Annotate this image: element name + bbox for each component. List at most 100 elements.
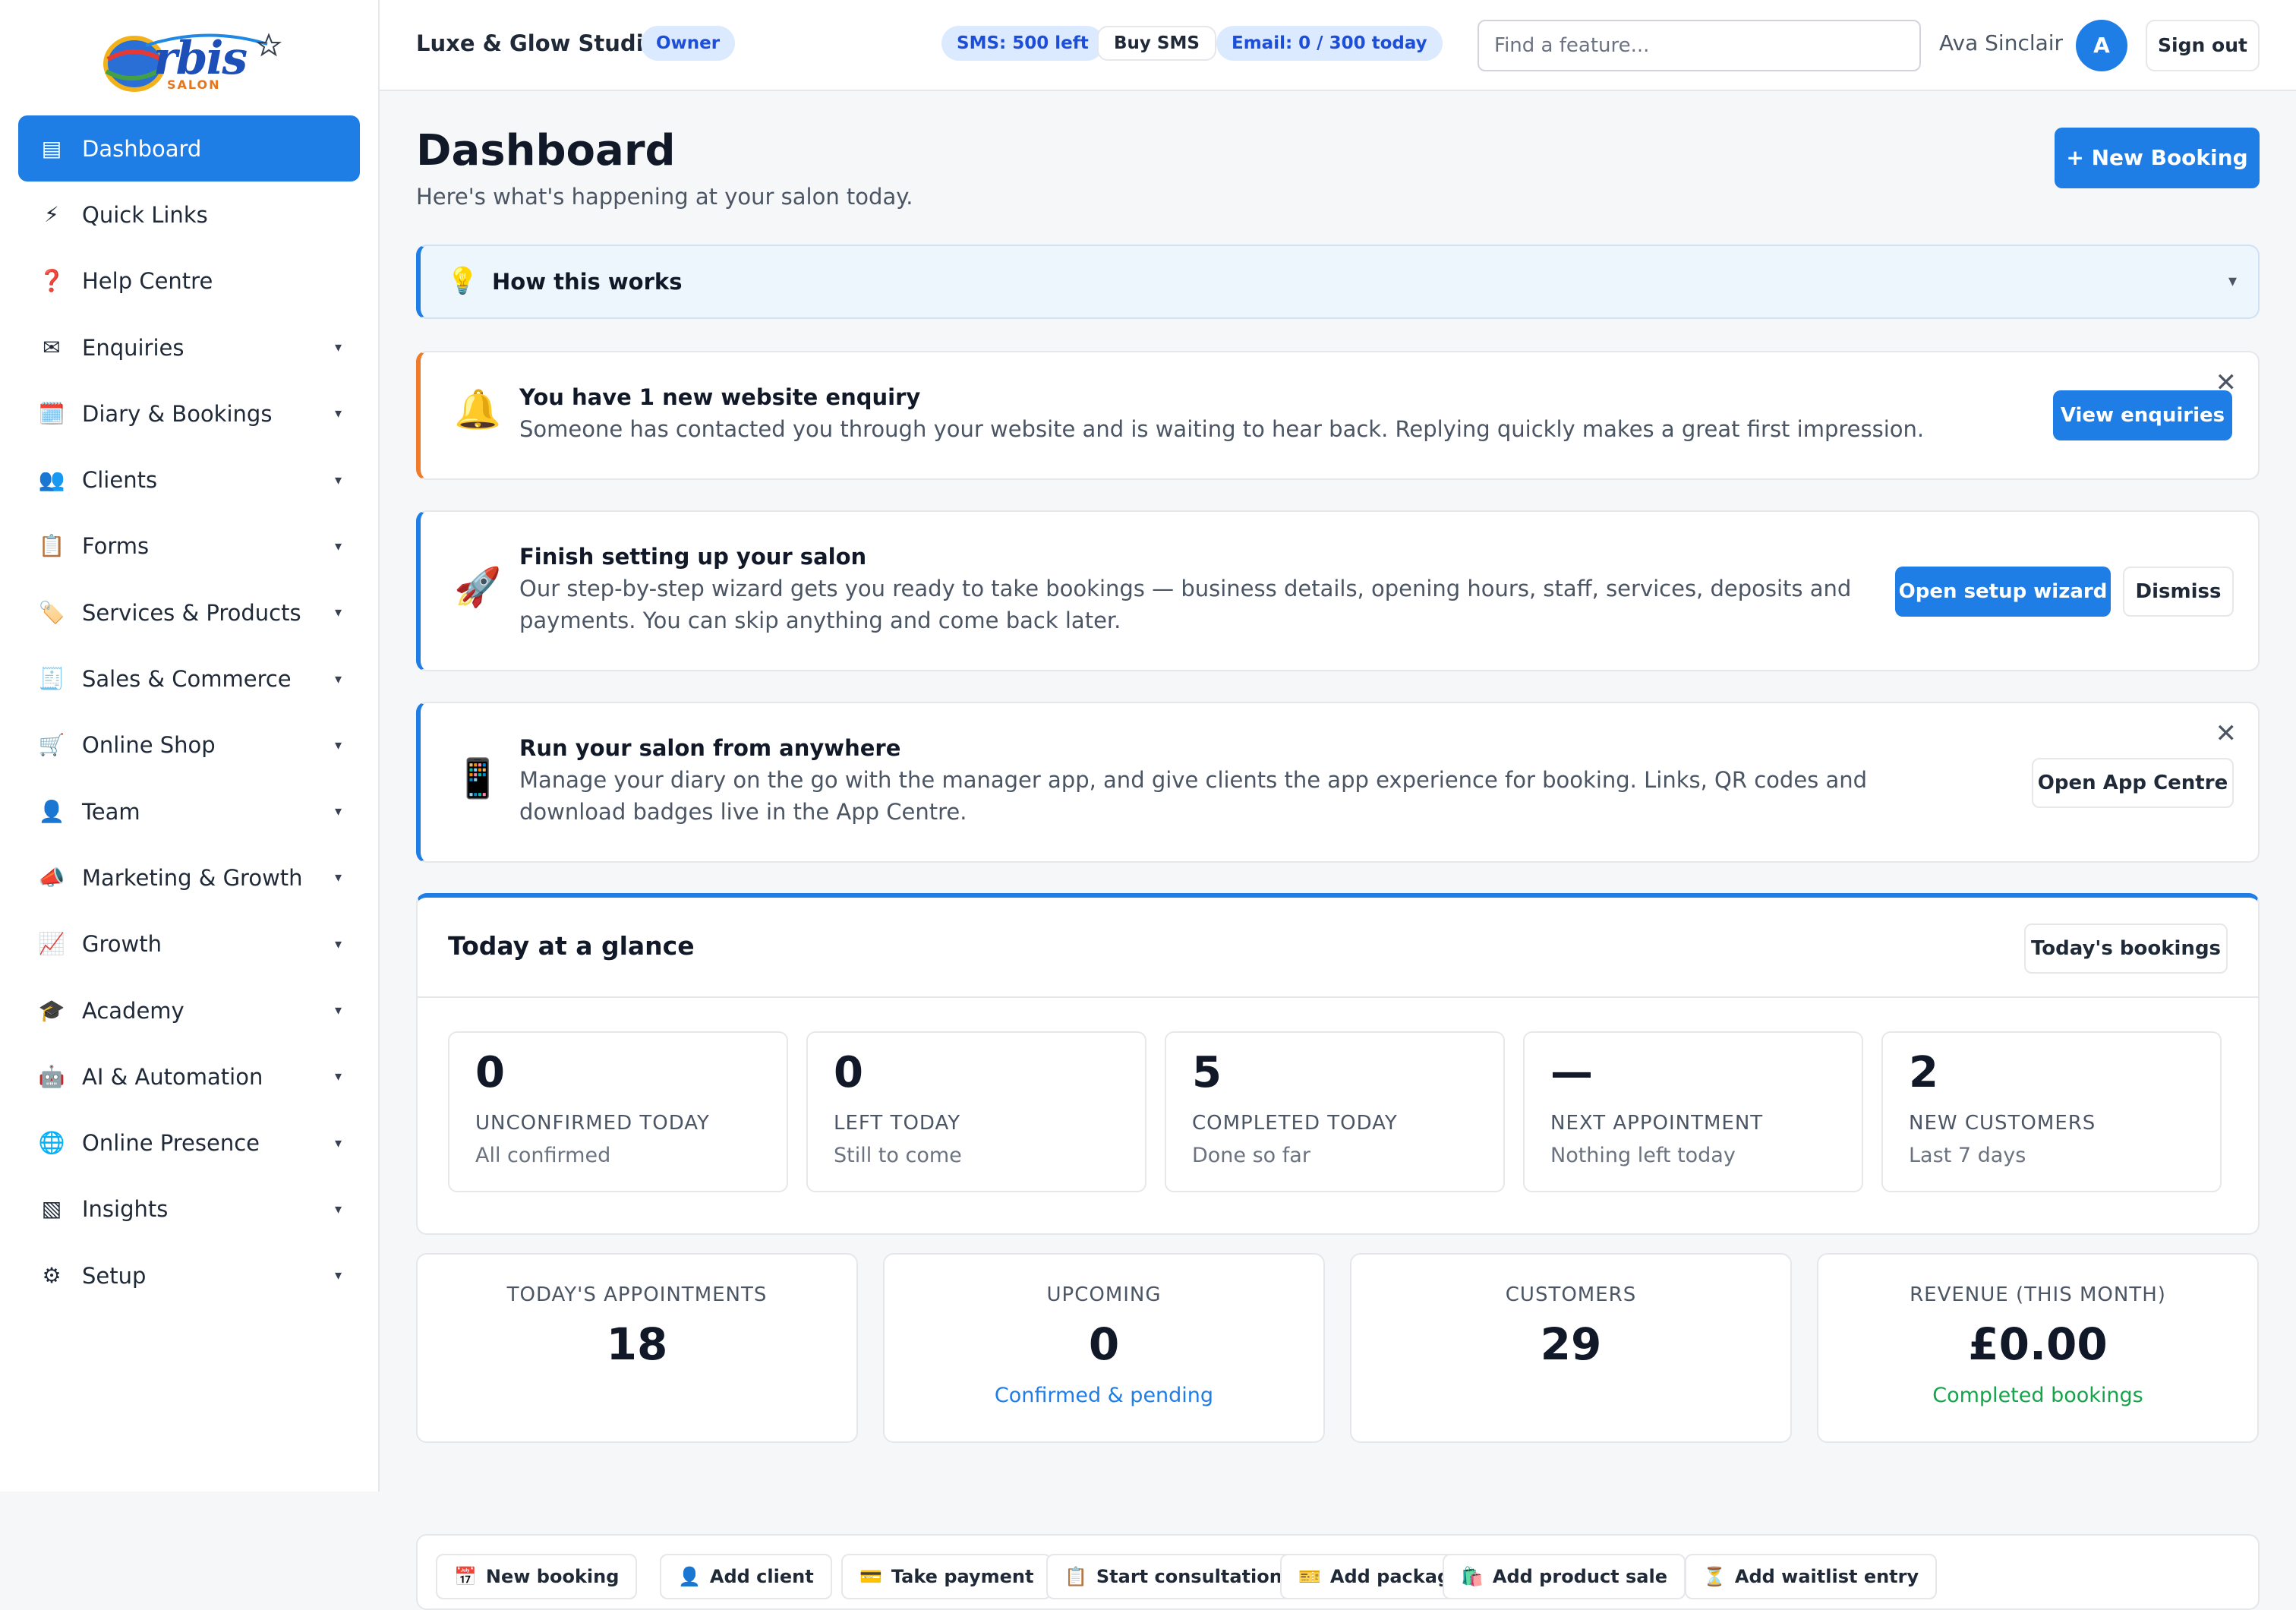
kpi-num: £0.00 (1968, 1318, 2108, 1370)
quick-action-new-booking[interactable]: 📅 New booking (436, 1554, 638, 1599)
quick-action-take-payment[interactable]: 💳 Take payment (841, 1554, 1052, 1599)
sidebar-item-forms[interactable]: 📋 Forms ▾ (18, 513, 360, 579)
dismiss-button[interactable]: Dismiss (2123, 567, 2234, 617)
stat-num: 0 (834, 1048, 863, 1097)
stat-cap: COMPLETED TODAY (1192, 1112, 1398, 1135)
close-icon[interactable]: ✕ (2216, 718, 2238, 749)
sidebar-item-insights[interactable]: ▧ Insights ▾ (18, 1176, 360, 1242)
rocket-icon: 🚀 (454, 565, 502, 609)
chevron-down-icon: ▾ (334, 671, 342, 687)
page-title: Dashboard (416, 126, 676, 175)
chevron-down-icon: ▾ (334, 1069, 342, 1085)
sidebar-item-team[interactable]: 👤 Team ▾ (18, 778, 360, 844)
today-at-a-glance-panel: Today at a glance Today's bookings 0 UNCO… (416, 893, 2260, 1235)
stat-num: 2 (1909, 1048, 1938, 1097)
orbis-salon-logo[interactable]: rbis SALON (100, 29, 282, 94)
open-app-centre-button[interactable]: Open App Centre (2032, 758, 2234, 808)
avatar[interactable]: A (2076, 20, 2127, 71)
quick-action-add-product-sale[interactable]: 🛍️ Add product sale (1443, 1554, 1686, 1599)
sidebar-item-growth[interactable]: 📈 Growth ▾ (18, 911, 360, 977)
sidebar-item-diary-bookings[interactable]: 🗓️ Diary & Bookings ▾ (18, 380, 360, 447)
nav-icon: 🎓 (38, 997, 65, 1023)
kpi-cap: TODAY'S APPOINTMENTS (506, 1283, 768, 1306)
how-this-works-panel[interactable]: 💡 How this works ▾ (416, 245, 2260, 319)
setup-text: Our step-by-step wizard gets you ready t… (519, 576, 1852, 633)
sidebar-item-dashboard[interactable]: ▤ Dashboard (18, 115, 360, 182)
sms-balance-badge: SMS: 500 left (941, 26, 1104, 61)
setup-wizard-card: 🚀 Finish setting up your salon Our step-… (416, 510, 2260, 671)
enquiry-title: You have 1 new website enquiry (519, 384, 921, 410)
buy-sms-button[interactable]: Buy SMS (1097, 26, 1216, 61)
sidebar-item-label: AI & Automation (82, 1063, 263, 1090)
enquiry-text: Someone has contacted you through your w… (519, 416, 1925, 442)
nav-icon: 📣 (38, 864, 65, 890)
stat-num: 0 (475, 1048, 505, 1097)
app-text: Manage your diary on the go with the man… (519, 767, 1868, 825)
sidebar-item-enquiries[interactable]: ✉ Enquiries ▾ (18, 314, 360, 380)
sidebar-item-online-presence[interactable]: 🌐 Online Presence ▾ (18, 1110, 360, 1176)
enquiry-alert-card: 🔔 You have 1 new website enquiry Someone… (416, 351, 2260, 480)
quick-action-icon: 💳 (859, 1566, 882, 1587)
chevron-down-icon: ▾ (334, 1002, 342, 1018)
sidebar-item-label: Enquiries (82, 334, 184, 361)
app-centre-card: 📱 Run your salon from anywhere Manage yo… (416, 702, 2260, 863)
stat-sub: Nothing left today (1550, 1144, 1736, 1167)
feature-search-input[interactable] (1478, 20, 1921, 71)
sidebar-item-marketing-growth[interactable]: 📣 Marketing & Growth ▾ (18, 844, 360, 911)
stat-cap: LEFT TODAY (834, 1112, 961, 1135)
sidebar-item-label: Online Shop (82, 732, 216, 759)
nav-icon: 🛒 (38, 732, 65, 758)
sidebar-item-online-shop[interactable]: 🛒 Online Shop ▾ (18, 712, 360, 778)
sidebar-item-academy[interactable]: 🎓 Academy ▾ (18, 977, 360, 1043)
sidebar-item-setup[interactable]: ⚙ Setup ▾ (18, 1242, 360, 1309)
sidebar-item-help-centre[interactable]: ❓ Help Centre (18, 248, 360, 314)
sidebar-item-quick-links[interactable]: ⚡ Quick Links (18, 182, 360, 248)
sidebar-item-clients[interactable]: 👥 Clients ▾ (18, 447, 360, 513)
quick-action-label: Add waitlist entry (1734, 1566, 1919, 1587)
kpi-cap: CUSTOMERS (1505, 1283, 1637, 1306)
page-subtitle: Here's what's happening at your salon to… (416, 184, 913, 210)
quick-action-start-consultation[interactable]: 📋 Start consultation (1046, 1554, 1301, 1599)
sidebar-nav: ▤ Dashboard ⚡ Quick Links ❓ Help Centre ✉ Enqui… (18, 115, 360, 1309)
sidebar-item-ai-automation[interactable]: 🤖 AI & Automation ▾ (18, 1043, 360, 1110)
quick-action-label: Add product sale (1492, 1566, 1667, 1587)
kpi-card: CUSTOMERS 29 (1350, 1253, 1792, 1443)
kpi-sub[interactable]: Confirmed & pending (885, 1384, 1323, 1407)
glance-stat-card: 0 UNCONFIRMED TODAY All confirmed (448, 1031, 788, 1192)
quick-action-label: Add client (709, 1566, 814, 1587)
quick-action-icon: 👤 (678, 1566, 701, 1587)
todays-bookings-button[interactable]: Today's bookings (2024, 923, 2228, 974)
close-icon[interactable]: ✕ (2216, 368, 2238, 398)
nav-icon: ▤ (41, 135, 62, 161)
stat-sub: Last 7 days (1909, 1144, 2026, 1167)
nav-icon: ⚙ (42, 1262, 62, 1288)
chevron-down-icon: ▾ (334, 472, 342, 488)
sidebar-item-label: Sales & Commerce (82, 666, 292, 693)
stat-sub: Done so far (1192, 1144, 1310, 1167)
sidebar-item-sales-commerce[interactable]: 🧾 Sales & Commerce ▾ (18, 646, 360, 712)
sidebar-item-services-products[interactable]: 🏷️ Services & Products ▾ (18, 579, 360, 646)
kpi-num: 0 (1088, 1318, 1120, 1370)
kpi-sub[interactable]: Completed bookings (1818, 1384, 2257, 1407)
quick-action-add-client[interactable]: 👤 Add client (660, 1554, 832, 1599)
open-setup-wizard-button[interactable]: Open setup wizard (1895, 567, 2111, 617)
glance-stat-card: — NEXT APPOINTMENT Nothing left today (1523, 1031, 1863, 1192)
role-badge: Owner (641, 26, 736, 61)
mobile-phone-icon: 📱 (454, 756, 502, 800)
new-booking-button[interactable]: + New Booking (2055, 128, 2260, 188)
quick-action-add-waitlist-entry[interactable]: ⏳ Add waitlist entry (1685, 1554, 1938, 1599)
sidebar-item-label: Clients (82, 467, 158, 494)
sidebar-item-label: Diary & Bookings (82, 400, 273, 427)
quick-action-icon: 📅 (454, 1566, 477, 1587)
nav-icon: 👤 (38, 798, 65, 824)
sidebar-item-label: Team (82, 798, 140, 825)
stat-num: — (1550, 1048, 1593, 1097)
nav-icon: 📈 (38, 931, 65, 957)
sidebar-item-label: Services & Products (82, 599, 301, 626)
sign-out-button[interactable]: Sign out (2146, 20, 2260, 71)
sidebar-item-label: Quick Links (82, 201, 208, 228)
kpi-card: UPCOMING 0 Confirmed & pending (883, 1253, 1325, 1443)
kpi-card: REVENUE (THIS MONTH) £0.00 Completed booki… (1817, 1253, 2259, 1443)
view-enquiries-button[interactable]: View enquiries (2053, 390, 2232, 440)
email-usage-badge: Email: 0 / 300 today (1216, 26, 1443, 61)
